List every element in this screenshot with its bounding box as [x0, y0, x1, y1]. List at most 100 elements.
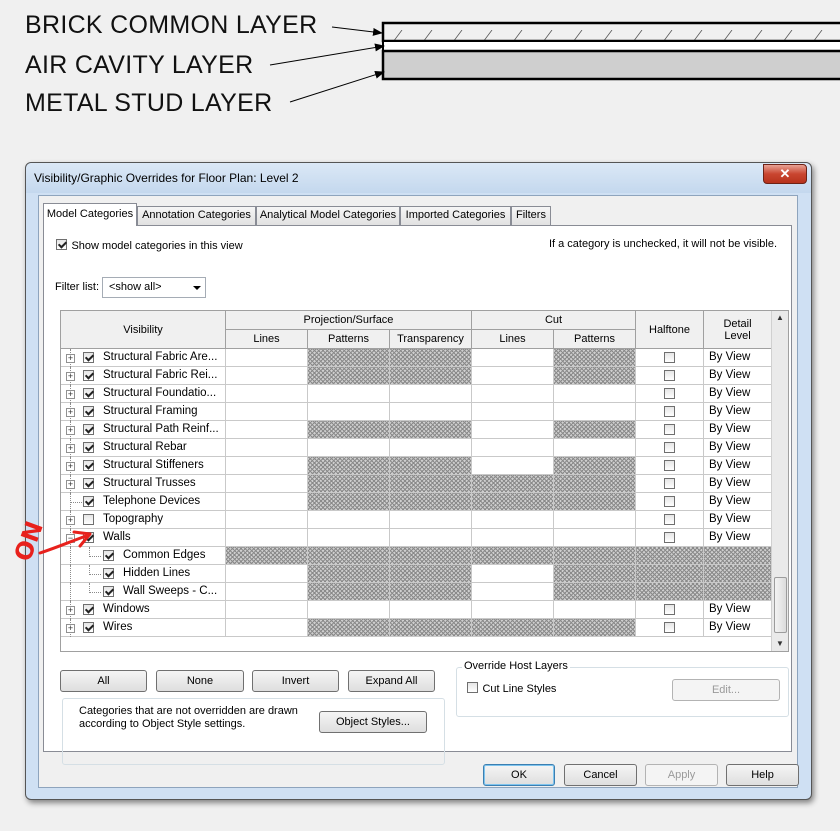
- show-model-categories-checkbox[interactable]: [56, 239, 67, 251]
- projection-lines-cell[interactable]: [226, 457, 308, 475]
- projection-lines-cell[interactable]: [226, 619, 308, 637]
- cut-lines-cell[interactable]: [472, 529, 554, 547]
- tab-annotation-categories[interactable]: Annotation Categories: [137, 206, 256, 225]
- halftone-checkbox[interactable]: [664, 514, 675, 525]
- projection-patterns-cell[interactable]: [308, 529, 390, 547]
- projection-lines-cell[interactable]: [226, 601, 308, 619]
- cut-patterns-cell[interactable]: [554, 511, 636, 529]
- detail-level-cell[interactable]: By View: [704, 439, 772, 457]
- detail-level-cell[interactable]: By View: [704, 385, 772, 403]
- show-model-categories-option[interactable]: Show model categories in this view: [56, 236, 243, 254]
- table-row[interactable]: + Structural Foundatio... By View: [61, 385, 772, 403]
- halftone-checkbox[interactable]: [664, 424, 675, 435]
- table-row[interactable]: Hidden Lines: [61, 565, 772, 583]
- expand-icon[interactable]: +: [66, 462, 75, 471]
- table-row[interactable]: + Structural Fabric Rei... By View: [61, 367, 772, 385]
- category-grid[interactable]: Visibility Projection/Surface Cut Halfto…: [60, 310, 789, 652]
- projection-lines-cell[interactable]: [226, 349, 308, 367]
- halftone-checkbox[interactable]: [664, 406, 675, 417]
- close-icon[interactable]: ✕: [763, 164, 807, 184]
- halftone-checkbox[interactable]: [664, 370, 675, 381]
- cut-patterns-cell[interactable]: [554, 403, 636, 421]
- category-visibility-checkbox[interactable]: [103, 586, 114, 597]
- table-row[interactable]: Telephone Devices By View: [61, 493, 772, 511]
- expand-icon[interactable]: +: [66, 408, 75, 417]
- projection-lines-cell[interactable]: [226, 439, 308, 457]
- apply-button[interactable]: Apply: [645, 764, 718, 786]
- tab-model-categories[interactable]: Model Categories: [43, 203, 137, 226]
- cut-lines-cell[interactable]: [472, 457, 554, 475]
- object-styles-button[interactable]: Object Styles...: [319, 711, 427, 733]
- projection-lines-cell[interactable]: [226, 421, 308, 439]
- category-visibility-checkbox[interactable]: [83, 460, 94, 471]
- table-row[interactable]: + Structural Rebar By View: [61, 439, 772, 457]
- expand-icon[interactable]: +: [66, 624, 75, 633]
- halftone-checkbox[interactable]: [664, 388, 675, 399]
- grid-scrollbar[interactable]: ▲ ▼: [771, 311, 788, 651]
- cut-patterns-cell[interactable]: [554, 439, 636, 457]
- detail-level-cell[interactable]: By View: [704, 403, 772, 421]
- projection-lines-cell[interactable]: [226, 511, 308, 529]
- projection-patterns-cell[interactable]: [308, 511, 390, 529]
- help-button[interactable]: Help: [726, 764, 799, 786]
- table-row[interactable]: + Structural Trusses By View: [61, 475, 772, 493]
- detail-level-cell[interactable]: By View: [704, 529, 772, 547]
- category-visibility-checkbox[interactable]: [83, 478, 94, 489]
- projection-transparency-cell[interactable]: [390, 601, 472, 619]
- filter-list-dropdown[interactable]: <show all>: [102, 277, 206, 298]
- expand-icon[interactable]: +: [66, 444, 75, 453]
- expand-icon[interactable]: +: [66, 372, 75, 381]
- category-visibility-checkbox[interactable]: [83, 442, 94, 453]
- halftone-checkbox[interactable]: [664, 622, 675, 633]
- projection-lines-cell[interactable]: [226, 565, 308, 583]
- all-button[interactable]: All: [60, 670, 147, 692]
- table-row[interactable]: + Structural Stiffeners By View: [61, 457, 772, 475]
- projection-lines-cell[interactable]: [226, 583, 308, 601]
- table-row[interactable]: + Structural Fabric Are... By View: [61, 349, 772, 367]
- cut-lines-cell[interactable]: [472, 511, 554, 529]
- projection-patterns-cell[interactable]: [308, 601, 390, 619]
- expand-all-button[interactable]: Expand All: [348, 670, 435, 692]
- projection-lines-cell[interactable]: [226, 367, 308, 385]
- table-row[interactable]: + Structural Path Reinf... By View: [61, 421, 772, 439]
- detail-level-cell[interactable]: By View: [704, 367, 772, 385]
- cut-lines-cell[interactable]: [472, 565, 554, 583]
- detail-level-cell[interactable]: By View: [704, 457, 772, 475]
- halftone-checkbox[interactable]: [664, 442, 675, 453]
- cut-lines-cell[interactable]: [472, 367, 554, 385]
- halftone-checkbox[interactable]: [664, 532, 675, 543]
- detail-level-cell[interactable]: By View: [704, 601, 772, 619]
- halftone-checkbox[interactable]: [664, 460, 675, 471]
- detail-level-cell[interactable]: By View: [704, 619, 772, 637]
- expand-icon[interactable]: +: [66, 480, 75, 489]
- detail-level-cell[interactable]: By View: [704, 421, 772, 439]
- dialog-titlebar[interactable]: Visibility/Graphic Overrides for Floor P…: [26, 163, 811, 193]
- cut-lines-cell[interactable]: [472, 421, 554, 439]
- cut-lines-cell[interactable]: [472, 385, 554, 403]
- table-row[interactable]: + Structural Framing By View: [61, 403, 772, 421]
- category-visibility-checkbox[interactable]: [83, 406, 94, 417]
- halftone-checkbox[interactable]: [664, 352, 675, 363]
- expand-icon[interactable]: +: [66, 354, 75, 363]
- detail-level-cell[interactable]: By View: [704, 349, 772, 367]
- projection-transparency-cell[interactable]: [390, 439, 472, 457]
- table-row[interactable]: + Windows By View: [61, 601, 772, 619]
- cut-line-styles-option[interactable]: Cut Line Styles: [467, 679, 556, 697]
- detail-level-cell[interactable]: By View: [704, 493, 772, 511]
- edit-button[interactable]: Edit...: [672, 679, 780, 701]
- projection-lines-cell[interactable]: [226, 403, 308, 421]
- category-visibility-checkbox[interactable]: [83, 604, 94, 615]
- projection-lines-cell[interactable]: [226, 529, 308, 547]
- tab-imported-categories[interactable]: Imported Categories: [400, 206, 511, 225]
- table-row[interactable]: + Topography By View: [61, 511, 772, 529]
- cancel-button[interactable]: Cancel: [564, 764, 637, 786]
- projection-patterns-cell[interactable]: [308, 385, 390, 403]
- detail-level-cell[interactable]: By View: [704, 475, 772, 493]
- cut-line-styles-checkbox[interactable]: [467, 682, 478, 694]
- cut-lines-cell[interactable]: [472, 583, 554, 601]
- halftone-checkbox[interactable]: [664, 604, 675, 615]
- scrollbar-thumb[interactable]: [774, 577, 787, 633]
- invert-button[interactable]: Invert: [252, 670, 339, 692]
- table-row[interactable]: Common Edges: [61, 547, 772, 565]
- category-visibility-checkbox[interactable]: [83, 424, 94, 435]
